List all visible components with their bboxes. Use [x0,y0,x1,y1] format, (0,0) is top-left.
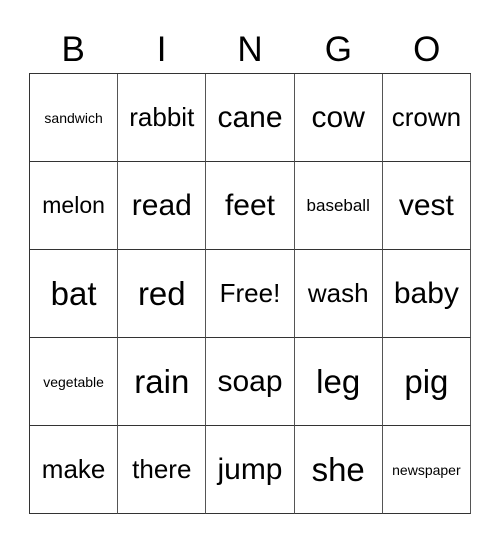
bingo-cell[interactable]: cow [294,74,383,162]
bingo-cell[interactable]: melon [30,162,119,250]
bingo-cell[interactable]: she [294,426,383,514]
bingo-cell[interactable]: crown [382,74,471,162]
bingo-cell[interactable]: there [118,426,207,514]
bingo-header: B I N G O [29,28,471,72]
bingo-cell[interactable]: jump [206,426,295,514]
bingo-cell[interactable]: baby [382,250,471,338]
bingo-cell[interactable]: wash [294,250,383,338]
bingo-cell[interactable]: rain [118,338,207,426]
bingo-cell[interactable]: bat [30,250,119,338]
bingo-cell[interactable]: cane [206,74,295,162]
bingo-cell[interactable]: pig [382,338,471,426]
header-letter-i: I [156,30,167,69]
bingo-cell[interactable]: read [118,162,207,250]
bingo-cell[interactable]: leg [294,338,383,426]
bingo-cell[interactable]: vest [382,162,471,250]
header-letter-n: N [237,30,263,69]
bingo-cell[interactable]: make [30,426,119,514]
bingo-cell[interactable]: rabbit [118,74,207,162]
bingo-cell[interactable]: vegetable [30,338,119,426]
free-space-cell[interactable]: Free! [206,250,295,338]
bingo-grid: sandwich rabbit cane cow crown melon read feet b… [29,73,471,514]
header-letter-g: G [324,30,352,69]
bingo-cell[interactable]: baseball [294,162,383,250]
header-letter-b: B [61,30,85,69]
bingo-cell[interactable]: red [118,250,207,338]
header-letter-o: O [413,30,441,69]
bingo-cell[interactable]: newspaper [382,426,471,514]
bingo-cell[interactable]: sandwich [30,74,119,162]
bingo-cell[interactable]: feet [206,162,295,250]
bingo-cell[interactable]: soap [206,338,295,426]
